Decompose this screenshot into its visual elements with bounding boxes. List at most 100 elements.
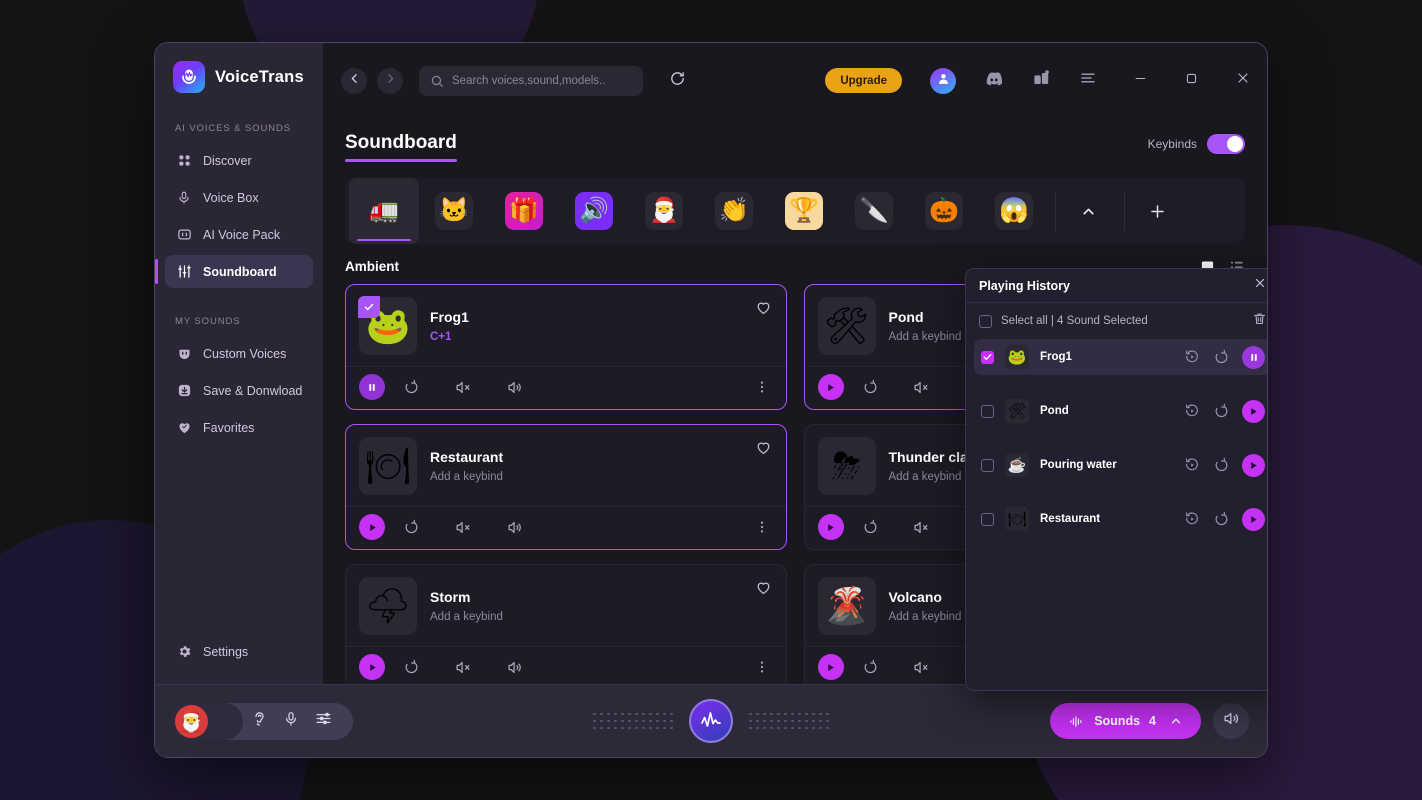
volume-icon[interactable] xyxy=(489,379,541,396)
more-icon[interactable] xyxy=(751,519,773,535)
category-tab-winter-hat[interactable]: 🎅 xyxy=(629,178,699,244)
category-tab-cat[interactable]: 🐱 xyxy=(419,178,489,244)
replay-icon[interactable] xyxy=(1184,457,1200,473)
upgrade-button[interactable]: Upgrade xyxy=(825,68,902,93)
minimize-button[interactable] xyxy=(1133,71,1148,91)
category-tab-music-box[interactable]: 🎁 xyxy=(489,178,559,244)
history-row[interactable]: 🛠 Pond xyxy=(974,393,1267,429)
maximize-button[interactable] xyxy=(1184,71,1199,91)
volume-icon[interactable] xyxy=(489,659,541,676)
more-icon[interactable] xyxy=(751,659,773,675)
playing-history-close-button[interactable] xyxy=(1253,276,1267,295)
microphone-button[interactable] xyxy=(275,711,307,732)
sound-keybind[interactable]: Add a keybind xyxy=(430,471,503,483)
user-avatar-button[interactable] xyxy=(930,67,956,94)
loop-icon[interactable] xyxy=(1213,457,1229,473)
mute-icon[interactable] xyxy=(437,379,489,396)
play-button[interactable] xyxy=(1242,507,1265,531)
play-button[interactable] xyxy=(359,654,385,680)
play-button[interactable] xyxy=(1242,399,1265,423)
loop-icon[interactable] xyxy=(385,519,437,535)
category-collapse-button[interactable] xyxy=(1058,178,1118,244)
sound-keybind[interactable]: Add a keybind xyxy=(889,471,977,483)
heart-outline-icon[interactable] xyxy=(755,299,772,316)
search-box[interactable] xyxy=(419,65,643,96)
sound-keybind[interactable]: Add a keybind xyxy=(430,611,503,623)
sidebar-item-custom-voices[interactable]: Custom Voices xyxy=(165,337,313,370)
sound-card[interactable]: 🐸 Frog1 C+1 xyxy=(345,284,787,410)
hear-myself-button[interactable] xyxy=(243,710,275,732)
sound-keybind[interactable]: C+1 xyxy=(430,331,469,343)
history-row-checkbox[interactable] xyxy=(981,350,994,364)
equalizer-button[interactable] xyxy=(307,710,339,732)
replay-icon[interactable] xyxy=(1184,349,1200,365)
sound-card[interactable]: 🍽 Restaurant Add a keybind xyxy=(345,424,787,550)
sidebar-item-settings[interactable]: Settings xyxy=(165,635,313,668)
volume-icon[interactable] xyxy=(489,519,541,536)
history-row[interactable]: ☕ Pouring water xyxy=(974,447,1267,483)
loop-icon[interactable] xyxy=(385,379,437,395)
search-input[interactable] xyxy=(452,74,632,87)
loop-icon[interactable] xyxy=(1213,403,1229,419)
replay-icon[interactable] xyxy=(1184,511,1200,527)
play-button[interactable] xyxy=(817,514,844,540)
keybinds-toggle[interactable] xyxy=(1207,134,1245,154)
play-button[interactable] xyxy=(1242,453,1265,477)
play-button[interactable] xyxy=(817,654,844,680)
mute-icon[interactable] xyxy=(437,659,489,676)
more-icon[interactable] xyxy=(751,379,773,395)
history-row-checkbox[interactable] xyxy=(981,458,994,472)
category-tab-speaker[interactable]: 🔊 xyxy=(559,178,629,244)
category-tab-truck[interactable]: 🚛 xyxy=(349,178,419,244)
voice-changer-toggle[interactable]: 🎅 xyxy=(173,702,243,740)
back-button[interactable] xyxy=(341,67,367,94)
mute-icon[interactable] xyxy=(896,519,948,536)
loop-icon[interactable] xyxy=(844,519,896,535)
sound-card[interactable]: 🌩 Storm Add a keybind xyxy=(345,564,787,684)
sidebar-item-soundboard[interactable]: Soundboard xyxy=(155,255,313,288)
menu-button[interactable] xyxy=(1079,69,1097,92)
speaker-button[interactable] xyxy=(1213,703,1249,739)
play-button[interactable] xyxy=(817,374,844,400)
sounds-button[interactable]: Sounds 4 xyxy=(1050,703,1201,739)
heart-outline-icon[interactable] xyxy=(755,439,772,456)
loop-icon[interactable] xyxy=(844,379,896,395)
category-tab-trophy[interactable]: 🏆 xyxy=(769,178,839,244)
delete-selected-button[interactable] xyxy=(1252,311,1267,331)
history-row-checkbox[interactable] xyxy=(981,512,994,526)
forward-button[interactable] xyxy=(377,67,403,94)
sound-selected-checkmark[interactable] xyxy=(358,296,380,318)
apps-button[interactable] xyxy=(1032,69,1051,93)
sound-keybind[interactable]: Add a keybind xyxy=(889,331,962,343)
replay-icon[interactable] xyxy=(1184,403,1200,419)
history-row[interactable]: 🐸 Frog1 xyxy=(974,339,1267,375)
discord-button[interactable] xyxy=(984,68,1004,93)
loop-icon[interactable] xyxy=(1213,511,1229,527)
loop-icon[interactable] xyxy=(844,659,896,675)
mute-icon[interactable] xyxy=(896,659,948,676)
loop-icon[interactable] xyxy=(385,659,437,675)
history-row-checkbox[interactable] xyxy=(981,404,994,418)
mute-icon[interactable] xyxy=(437,519,489,536)
category-tab-knife[interactable]: 🔪 xyxy=(839,178,909,244)
play-button[interactable] xyxy=(359,514,385,540)
refresh-button[interactable] xyxy=(669,70,686,92)
sidebar-item-favorites[interactable]: Favorites xyxy=(165,411,313,444)
pause-button[interactable] xyxy=(359,374,385,400)
category-tab-halloween-cat[interactable]: 🎃 xyxy=(909,178,979,244)
category-tab-clap[interactable]: 👏 xyxy=(699,178,769,244)
sound-keybind[interactable]: Add a keybind xyxy=(889,611,962,623)
mute-icon[interactable] xyxy=(896,379,948,396)
sidebar-item-voice-box[interactable]: Voice Box xyxy=(165,181,313,214)
sidebar-item-discover[interactable]: Discover xyxy=(165,144,313,177)
add-category-button[interactable] xyxy=(1127,178,1187,244)
close-button[interactable] xyxy=(1235,70,1251,91)
history-row[interactable]: 🍽 Restaurant xyxy=(974,501,1267,537)
sidebar-item-save-download[interactable]: Save & Donwload xyxy=(165,374,313,407)
select-all-checkbox[interactable] xyxy=(979,314,992,328)
loop-icon[interactable] xyxy=(1213,349,1229,365)
heart-outline-icon[interactable] xyxy=(755,579,772,596)
sidebar-item-ai-voice-pack[interactable]: AI Voice Pack xyxy=(165,218,313,251)
pause-button[interactable] xyxy=(1242,345,1265,369)
category-tab-shocked-face[interactable]: 😱 xyxy=(979,178,1049,244)
